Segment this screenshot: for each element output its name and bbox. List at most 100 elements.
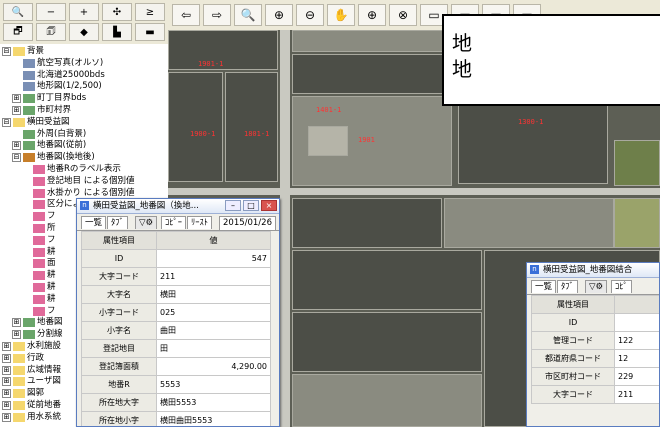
attribute-value[interactable]: 4,290.00 (156, 357, 271, 376)
expand-toggle-icon[interactable]: ⊟ (12, 153, 21, 163)
layer-tool-button[interactable]: − (36, 3, 66, 21)
expand-toggle-icon[interactable]: ⊞ (12, 141, 21, 151)
maximize-button[interactable]: □ (243, 200, 259, 211)
tab-list[interactable]: 一覧 (531, 280, 557, 293)
attribute-value[interactable]: 122 (614, 331, 659, 350)
attribute-window[interactable]: n 横田受益図_地番図結合 一覧 ﾀﾌﾞ ▽⚙ ｺﾋﾟ 属性項目 ID 管理コード… (526, 262, 660, 427)
layer-tree-item[interactable]: ⊞ ユーザ図 (2, 376, 61, 387)
table-row[interactable]: 都道府県コード 12 (531, 349, 659, 368)
table-row[interactable]: ID (531, 313, 659, 332)
expand-toggle-icon[interactable]: ⊞ (12, 106, 21, 115)
filter-icon[interactable]: ▽⚙ (585, 280, 608, 293)
expand-toggle-icon[interactable]: ⊞ (2, 377, 11, 387)
layer-tool-button[interactable]: + (69, 3, 99, 21)
expand-toggle-icon[interactable]: ⊞ (2, 389, 11, 399)
tab-tab[interactable]: ﾀﾌﾞ (557, 280, 578, 293)
attribute-value[interactable]: 田 (156, 339, 271, 358)
layer-tool-button[interactable]: ◆ (69, 23, 99, 41)
table-row[interactable]: 小字名 曲田 (81, 321, 271, 340)
map-tool-button[interactable]: ⊕ (358, 4, 386, 26)
table-row[interactable]: 大字コード 211 (81, 267, 271, 286)
window-titlebar[interactable]: n 横田受益図_地番図結合 (527, 263, 659, 278)
minimize-button[interactable]: – (225, 200, 241, 211)
expand-toggle-icon[interactable]: ⊞ (2, 353, 11, 363)
table-row[interactable]: 登記簿面積 4,290.00 (81, 357, 271, 376)
map-tool-button[interactable]: ✋ (327, 4, 355, 26)
expand-toggle-icon[interactable]: ⊞ (12, 94, 21, 104)
attribute-window[interactable]: n 横田受益図_地番図（換地... – □ × 一覧 ﾀﾌﾞ ▽⚙ ｺﾋﾟｰ ﾘ… (76, 198, 280, 427)
layer-tool-button[interactable]: ✣ (102, 3, 132, 21)
map-tool-button[interactable]: ⇨ (203, 4, 231, 26)
layer-tree-item[interactable]: ⊞ 市町村界 (12, 105, 71, 116)
table-row[interactable]: 大字名 横田 (81, 285, 271, 304)
layer-tree-item[interactable]: ⊞ 行政 (2, 353, 44, 364)
layer-tree-item[interactable]: フ (22, 235, 56, 246)
layer-tree-item[interactable]: 登記地目 による個別値 (22, 176, 134, 187)
layer-tool-button[interactable]: ▙ (102, 23, 132, 41)
layer-tree-item[interactable]: 地形図(1/2,500) (12, 81, 102, 92)
layer-tree-item[interactable]: 耕 (22, 282, 56, 293)
map-tool-button[interactable]: ⊕ (265, 4, 293, 26)
map-tool-button[interactable]: ⊖ (296, 4, 324, 26)
layer-tree-item[interactable]: ⊞ 町丁目界bds (12, 93, 86, 104)
expand-toggle-icon[interactable]: ⊟ (2, 47, 11, 56)
map-tool-button[interactable]: ⊗ (389, 4, 417, 26)
layer-tree-item[interactable]: 耕 (22, 247, 56, 258)
attribute-value[interactable]: 曲田 (156, 321, 271, 340)
layer-tree-item[interactable]: ⊞ 分割線 (12, 329, 63, 340)
attribute-value[interactable]: 025 (156, 303, 271, 322)
expand-toggle-icon[interactable]: ⊞ (2, 412, 11, 422)
expand-toggle-icon[interactable]: ⊞ (2, 401, 11, 410)
layer-tool-button[interactable]: 🗗 (3, 23, 33, 41)
attribute-value[interactable]: 211 (614, 385, 659, 404)
layer-tree-item[interactable]: ⊟ 背景 (2, 46, 44, 57)
layer-tree-item[interactable]: 外周(白背景) (12, 129, 86, 140)
layer-tree-item[interactable]: 所 (22, 223, 56, 234)
attribute-value[interactable]: 横田曲田5553 (156, 411, 271, 426)
tab-tab[interactable]: ﾀﾌﾞ (107, 216, 128, 229)
attribute-value[interactable]: 12 (614, 349, 659, 368)
layer-tree-item[interactable]: ⊞ 地番図(従前) (12, 140, 86, 151)
layer-tree-item[interactable]: 北海道25000bds (12, 70, 105, 81)
table-row[interactable]: 地番R 5553 (81, 375, 271, 394)
attribute-value[interactable]: 229 (614, 367, 659, 386)
layer-tree-item[interactable]: 耕 (22, 270, 56, 281)
list-button[interactable]: ﾘｰｽﾄ (187, 216, 213, 229)
layer-tree-item[interactable]: 地番Rのラベル表示 (22, 164, 121, 175)
copy-button[interactable]: ｺﾋﾟｰ (161, 216, 187, 229)
table-row[interactable]: 市区町村コード 229 (531, 367, 659, 386)
table-row[interactable]: 所在地小字 横田曲田5553 (81, 411, 271, 426)
layer-tool-button[interactable]: ▬ (135, 23, 165, 41)
attribute-value[interactable]: 547 (156, 249, 271, 268)
table-row[interactable]: ID 547 (81, 249, 271, 268)
attribute-value[interactable]: 5553 (156, 375, 271, 394)
layer-tree-item[interactable]: ⊞ 用水系統 (2, 412, 61, 423)
attribute-value[interactable]: 211 (156, 267, 271, 286)
layer-tree-item[interactable]: ⊟ 地番図(換地後) (12, 152, 95, 163)
table-row[interactable]: 小字コード 025 (81, 303, 271, 322)
expand-toggle-icon[interactable]: ⊞ (2, 342, 11, 351)
layer-tree-item[interactable]: 航空写真(オルソ) (12, 58, 103, 69)
expand-toggle-icon[interactable]: ⊟ (2, 117, 11, 127)
layer-tool-button[interactable]: 🗊 (36, 23, 66, 41)
expand-toggle-icon[interactable]: ⊞ (2, 365, 11, 375)
window-titlebar[interactable]: n 横田受益図_地番図（換地... – □ × (77, 199, 279, 214)
copy-button[interactable]: ｺﾋﾟ (611, 280, 632, 293)
layer-tree-item[interactable]: 水掛かり による個別値 (22, 188, 134, 199)
tab-list[interactable]: 一覧 (81, 216, 107, 229)
layer-tool-button[interactable]: ≥ (135, 3, 165, 21)
table-row[interactable]: 大字コード 211 (531, 385, 659, 404)
map-tool-button[interactable]: 🔍 (234, 4, 262, 26)
layer-tree-item[interactable]: フ (22, 306, 56, 317)
attribute-value[interactable]: 横田5553 (156, 393, 271, 412)
table-row[interactable]: 管理コード 122 (531, 331, 659, 350)
layer-tree-item[interactable]: フ (22, 211, 56, 222)
layer-tree-item[interactable]: 耕 (22, 294, 56, 305)
map-tool-button[interactable]: ⇦ (172, 4, 200, 26)
layer-tree-item[interactable]: ⊞ 従前地番 (2, 400, 61, 411)
table-row[interactable]: 登記地目田 (81, 339, 271, 358)
attribute-value[interactable] (614, 313, 659, 332)
expand-toggle-icon[interactable]: ⊞ (12, 330, 21, 340)
layer-tree-item[interactable]: ⊞ 地番図 (12, 317, 63, 328)
filter-icon[interactable]: ▽⚙ (135, 216, 158, 229)
